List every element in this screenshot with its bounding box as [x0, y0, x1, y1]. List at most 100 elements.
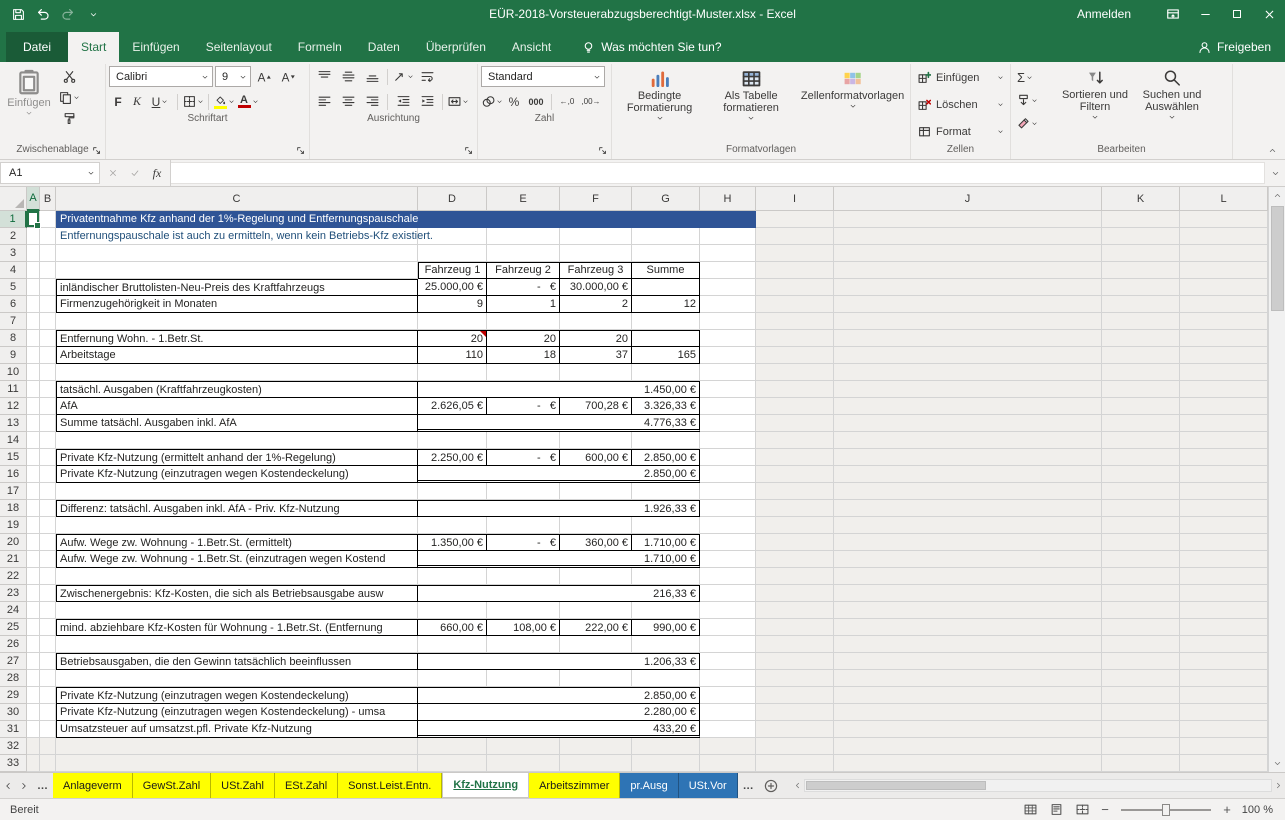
cell-C2[interactable]: Entfernungspauschale ist auch zu ermitte… — [56, 228, 418, 245]
cancel-button[interactable] — [102, 163, 124, 183]
cell-I10[interactable] — [756, 364, 834, 381]
sign-in-button[interactable]: Anmelden — [1077, 7, 1131, 21]
cell-C11[interactable]: tatsächl. Ausgaben (Kraftfahrzeugkosten) — [56, 381, 418, 398]
cell-C16[interactable]: Private Kfz-Nutzung (einzutragen wegen K… — [56, 466, 418, 483]
cell-K25[interactable] — [1102, 619, 1180, 636]
vertical-scroll-thumb[interactable] — [1271, 206, 1284, 311]
percent-format-button[interactable]: % — [505, 91, 523, 112]
cell-H27[interactable] — [700, 653, 756, 670]
cell-J15[interactable] — [834, 449, 1102, 466]
cell-I22[interactable] — [756, 568, 834, 585]
cell-J33[interactable] — [834, 755, 1102, 772]
redo-button[interactable] — [56, 2, 80, 26]
row-header-20[interactable]: 20 — [0, 534, 27, 551]
cell-G33[interactable] — [632, 755, 700, 772]
column-header-A[interactable]: A — [27, 187, 40, 211]
formula-input[interactable] — [171, 162, 1265, 184]
cell-A1[interactable] — [27, 211, 40, 228]
cell-A18[interactable] — [27, 500, 40, 517]
cell-G12[interactable]: 3.326,33 € — [632, 398, 700, 415]
ribbon-tab-formeln[interactable]: Formeln — [285, 32, 355, 62]
ribbon-display-options-button[interactable] — [1157, 0, 1189, 28]
cell-E22[interactable] — [487, 568, 560, 585]
cell-B13[interactable] — [40, 415, 56, 432]
cell-E24[interactable] — [487, 602, 560, 619]
cell-C6[interactable]: Firmenzugehörigkeit in Monaten — [56, 296, 418, 313]
row-header-8[interactable]: 8 — [0, 330, 27, 347]
cell-D24[interactable] — [418, 602, 487, 619]
cell-A26[interactable] — [27, 636, 40, 653]
cell-K3[interactable] — [1102, 245, 1180, 262]
cell-B6[interactable] — [40, 296, 56, 313]
cell-C17[interactable] — [56, 483, 418, 500]
cell-D11-G11[interactable]: 1.450,00 € — [418, 381, 700, 398]
cell-G5[interactable] — [632, 279, 700, 296]
currency-format-button[interactable] — [481, 91, 503, 112]
cell-J20[interactable] — [834, 534, 1102, 551]
cell-L32[interactable] — [1180, 738, 1268, 755]
clipboard-dialog-launcher[interactable] — [90, 144, 103, 157]
cell-C23[interactable]: Zwischenergebnis: Kfz-Kosten, die sich a… — [56, 585, 418, 602]
sheet-nav-left-button[interactable] — [0, 773, 16, 798]
cell-H10[interactable] — [700, 364, 756, 381]
cell-A21[interactable] — [27, 551, 40, 568]
cell-I18[interactable] — [756, 500, 834, 517]
cell-J18[interactable] — [834, 500, 1102, 517]
cell-I17[interactable] — [756, 483, 834, 500]
row-header-15[interactable]: 15 — [0, 449, 27, 466]
row-header-11[interactable]: 11 — [0, 381, 27, 398]
cell-H2[interactable] — [700, 228, 756, 245]
cell-F2[interactable] — [560, 228, 632, 245]
ribbon-tab-einf-gen[interactable]: Einfügen — [119, 32, 192, 62]
cell-L16[interactable] — [1180, 466, 1268, 483]
horizontal-scroll-thumb[interactable] — [806, 781, 986, 790]
cell-J26[interactable] — [834, 636, 1102, 653]
row-header-31[interactable]: 31 — [0, 721, 27, 738]
cell-G20[interactable]: 1.710,00 € — [632, 534, 700, 551]
cell-B17[interactable] — [40, 483, 56, 500]
cell-C14[interactable] — [56, 432, 418, 449]
cell-L9[interactable] — [1180, 347, 1268, 364]
zoom-slider-thumb[interactable] — [1162, 804, 1170, 816]
cell-J21[interactable] — [834, 551, 1102, 568]
cell-A19[interactable] — [27, 517, 40, 534]
cell-J19[interactable] — [834, 517, 1102, 534]
cell-C30[interactable]: Private Kfz-Nutzung (einzutragen wegen K… — [56, 704, 418, 721]
cell-A23[interactable] — [27, 585, 40, 602]
cell-K7[interactable] — [1102, 313, 1180, 330]
row-header-6[interactable]: 6 — [0, 296, 27, 313]
cell-F20[interactable]: 360,00 € — [560, 534, 632, 551]
cell-K30[interactable] — [1102, 704, 1180, 721]
sheet-tab-pr-ausg[interactable]: pr.Ausg — [620, 773, 678, 798]
sheet-tab-gewst-zahl[interactable]: GewSt.Zahl — [133, 773, 211, 798]
cell-K32[interactable] — [1102, 738, 1180, 755]
cell-I3[interactable] — [756, 245, 834, 262]
column-header-H[interactable]: H — [700, 187, 756, 211]
column-header-D[interactable]: D — [418, 187, 487, 211]
cell-C4[interactable] — [56, 262, 418, 279]
cell-F5[interactable]: 30.000,00 € — [560, 279, 632, 296]
cell-K14[interactable] — [1102, 432, 1180, 449]
font-size-select[interactable]: 9 — [215, 66, 251, 87]
cell-D25[interactable]: 660,00 € — [418, 619, 487, 636]
cell-L13[interactable] — [1180, 415, 1268, 432]
cell-L8[interactable] — [1180, 330, 1268, 347]
column-header-C[interactable]: C — [56, 187, 418, 211]
cell-D23-G23[interactable]: 216,33 € — [418, 585, 700, 602]
cell-J24[interactable] — [834, 602, 1102, 619]
cell-E33[interactable] — [487, 755, 560, 772]
cell-H25[interactable] — [700, 619, 756, 636]
cell-D3[interactable] — [418, 245, 487, 262]
column-header-I[interactable]: I — [756, 187, 834, 211]
wrap-text-button[interactable] — [416, 66, 438, 87]
cell-I8[interactable] — [756, 330, 834, 347]
enter-button[interactable] — [124, 163, 146, 183]
cell-I33[interactable] — [756, 755, 834, 772]
cell-I11[interactable] — [756, 381, 834, 398]
paste-button[interactable]: Einfügen — [3, 66, 55, 140]
cell-D32[interactable] — [418, 738, 487, 755]
cell-J4[interactable] — [834, 262, 1102, 279]
row-header-22[interactable]: 22 — [0, 568, 27, 585]
cell-D29-G29[interactable]: 2.850,00 € — [418, 687, 700, 704]
cell-J22[interactable] — [834, 568, 1102, 585]
